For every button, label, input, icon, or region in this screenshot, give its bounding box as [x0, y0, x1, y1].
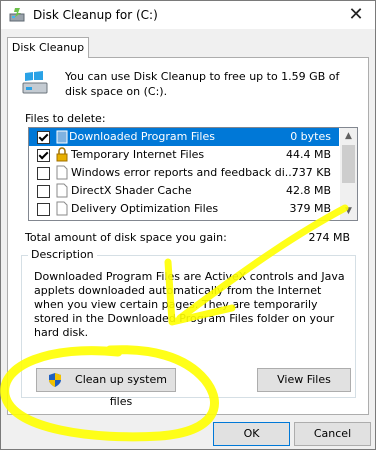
file-icon — [56, 183, 68, 198]
checkbox[interactable] — [37, 131, 50, 144]
list-item[interactable]: DirectX Shader Cache 42.8 MB — [29, 182, 339, 200]
clean-up-system-files-button[interactable]: Clean up system files — [36, 368, 176, 408]
close-icon: ✕ — [348, 4, 364, 25]
ok-button[interactable]: OK — [213, 422, 290, 446]
hard-drive-icon — [22, 71, 48, 94]
file-size: 379 MB — [289, 202, 331, 215]
disk-cleanup-icon — [9, 8, 25, 22]
file-size: 0 bytes — [290, 130, 331, 143]
list-item[interactable]: Delivery Optimization Files 379 MB — [29, 200, 339, 218]
scroll-down-icon[interactable]: ▼ — [340, 203, 357, 220]
scroll-up-icon[interactable]: ▲ — [340, 128, 357, 145]
file-size: 737 KB — [291, 166, 331, 179]
file-name: Temporary Internet Files — [71, 148, 205, 161]
total-space-label: Total amount of disk space you gain: — [25, 231, 227, 244]
file-name: DirectX Shader Cache — [71, 184, 192, 197]
tab-panel: You can use Disk Cleanup to free up to 1… — [7, 57, 369, 415]
uac-shield-icon — [49, 373, 61, 387]
window-title: Disk Cleanup for (C:) — [33, 8, 158, 22]
description-legend: Description — [28, 248, 97, 261]
title-bar: Disk Cleanup for (C:) ✕ — [1, 1, 375, 29]
checkbox[interactable] — [37, 149, 50, 162]
file-size: 44.4 MB — [285, 148, 331, 161]
file-name: Delivery Optimization Files — [71, 202, 219, 215]
file-size: 42.8 MB — [285, 184, 331, 197]
view-files-button[interactable]: View Files — [257, 368, 351, 392]
files-to-delete-list[interactable]: Downloaded Program Files 0 bytes Tempora… — [28, 127, 358, 221]
file-name: Windows error reports and feedback di... — [71, 166, 296, 179]
list-scrollbar[interactable]: ▲ ▼ — [340, 128, 357, 220]
files-to-delete-label: Files to delete: — [25, 112, 106, 125]
checkbox[interactable] — [37, 167, 50, 180]
cancel-button[interactable]: Cancel — [294, 422, 371, 446]
disk-cleanup-window: Disk Cleanup for (C:) ✕ Disk Cleanup You… — [0, 0, 376, 450]
checkbox[interactable] — [37, 185, 50, 198]
file-icon — [56, 201, 68, 216]
intro-text: You can use Disk Cleanup to free up to 1… — [65, 70, 340, 98]
list-item[interactable]: Temporary Internet Files 44.4 MB — [29, 146, 339, 164]
folder-icon — [56, 130, 68, 144]
close-button[interactable]: ✕ — [337, 1, 375, 29]
list-item[interactable]: Windows error reports and feedback di...… — [29, 164, 339, 182]
list-item[interactable]: Downloaded Program Files 0 bytes — [29, 128, 339, 146]
file-icon — [56, 165, 68, 180]
checkbox[interactable] — [37, 203, 50, 216]
tab-disk-cleanup[interactable]: Disk Cleanup — [7, 37, 89, 58]
total-space-value: 274 MB — [308, 231, 350, 244]
lock-icon — [56, 147, 68, 162]
scroll-thumb[interactable] — [342, 145, 355, 183]
clean-up-system-files-label: Clean up system files — [75, 373, 167, 408]
file-name: Downloaded Program Files — [69, 130, 215, 143]
description-text: Downloaded Program Files are ActiveX con… — [34, 270, 345, 339]
